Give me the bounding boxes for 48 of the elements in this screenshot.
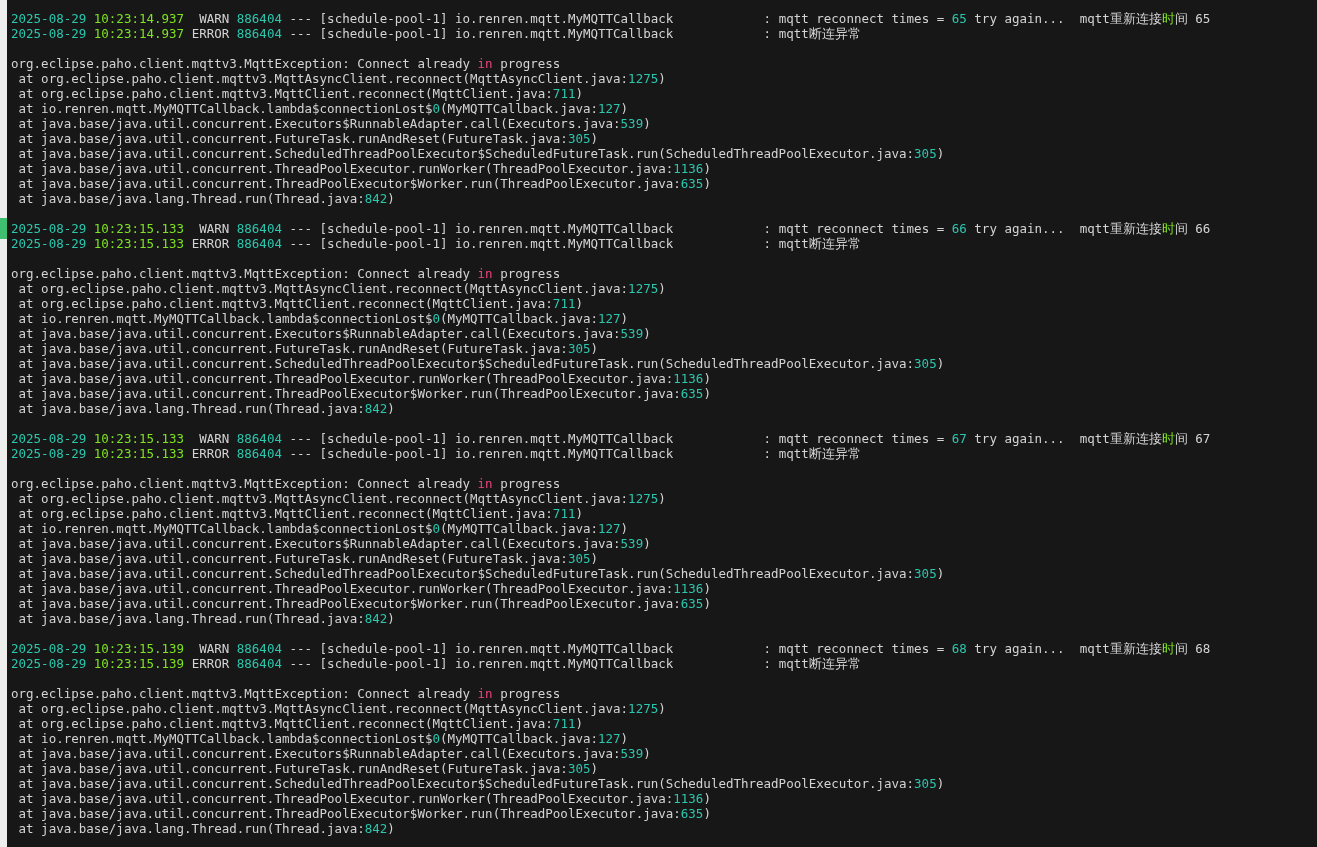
stack-trace-line: at java.base/java.util.concurrent.Executors$RunnableAdapter.call(Executors.java:539) <box>17 326 651 341</box>
log-line: 2025-08-29 10:23:15.133 WARN 886404 --- [schedule-pool-1] io.renren.mqtt.MyMQTTCallback : mqtt reconnect times = 67 try again... mqtt重新连接时间 67 <box>11 431 1211 446</box>
stack-trace-line: at java.base/java.util.concurrent.ScheduledThreadPoolExecutor$ScheduledFutureTask.run(ScheduledThreadPoolExecutor.java:305) <box>17 356 945 371</box>
stack-trace-line: at java.base/java.util.concurrent.ScheduledThreadPoolExecutor$ScheduledFutureTask.run(ScheduledThreadPoolExecutor.java:305) <box>17 146 945 161</box>
stack-trace-line: at org.eclipse.paho.client.mqttv3.MqttAsyncClient.reconnect(MqttAsyncClient.java:1275) <box>17 701 666 716</box>
stack-trace-line: at org.eclipse.paho.client.mqttv3.MqttAsyncClient.reconnect(MqttAsyncClient.java:1275) <box>17 71 666 86</box>
exception-line: org.eclipse.paho.client.mqttv3.MqttException: Connect already in progress <box>11 686 561 701</box>
stack-trace-line: at java.base/java.util.concurrent.FutureTask.runAndReset(FutureTask.java:305) <box>17 131 598 146</box>
exception-line: org.eclipse.paho.client.mqttv3.MqttException: Connect already in progress <box>11 266 561 281</box>
stack-trace-line: at java.base/java.util.concurrent.Executors$RunnableAdapter.call(Executors.java:539) <box>17 746 651 761</box>
stack-trace-line: at java.base/java.util.concurrent.FutureTask.runAndReset(FutureTask.java:305) <box>17 341 598 356</box>
stack-trace-line: at java.base/java.lang.Thread.run(Thread.java:842) <box>17 191 395 206</box>
stack-trace-line: at java.base/java.util.concurrent.ThreadPoolExecutor.runWorker(ThreadPoolExecutor.java:1136) <box>17 371 711 386</box>
stack-trace-line: at io.renren.mqtt.MyMQTTCallback.lambda$connectionLost$0(MyMQTTCallback.java:127) <box>17 521 629 536</box>
stack-trace-line: at java.base/java.util.concurrent.ThreadPoolExecutor$Worker.run(ThreadPoolExecutor.java:635) <box>17 596 711 611</box>
exception-line: org.eclipse.paho.client.mqttv3.MqttException: Connect already in progress <box>11 56 561 71</box>
log-line: 2025-08-29 10:23:14.937 ERROR 886404 --- [schedule-pool-1] io.renren.mqtt.MyMQTTCallback : mqtt断连异常 <box>11 26 861 41</box>
stack-trace-line: at java.base/java.lang.Thread.run(Thread.java:842) <box>17 401 395 416</box>
stack-trace-line: at org.eclipse.paho.client.mqttv3.MqttClient.reconnect(MqttClient.java:711) <box>17 506 583 521</box>
stack-trace-line: at java.base/java.lang.Thread.run(Thread.java:842) <box>17 611 395 626</box>
log-line: 2025-08-29 10:23:15.133 ERROR 886404 --- [schedule-pool-1] io.renren.mqtt.MyMQTTCallback : mqtt断连异常 <box>11 446 861 461</box>
stack-trace-line: at org.eclipse.paho.client.mqttv3.MqttAsyncClient.reconnect(MqttAsyncClient.java:1275) <box>17 491 666 506</box>
stack-trace-line: at java.base/java.lang.Thread.run(Thread.java:842) <box>17 821 395 836</box>
stack-trace-line: at java.base/java.util.concurrent.ThreadPoolExecutor.runWorker(ThreadPoolExecutor.java:1136) <box>17 161 711 176</box>
stack-trace-line: at io.renren.mqtt.MyMQTTCallback.lambda$connectionLost$0(MyMQTTCallback.java:127) <box>17 311 629 326</box>
stack-trace-line: at org.eclipse.paho.client.mqttv3.MqttClient.reconnect(MqttClient.java:711) <box>17 716 583 731</box>
stack-trace-line: at java.base/java.util.concurrent.FutureTask.runAndReset(FutureTask.java:305) <box>17 551 598 566</box>
stack-trace-line: at java.base/java.util.concurrent.ThreadPoolExecutor.runWorker(ThreadPoolExecutor.java:1136) <box>17 791 711 806</box>
exception-line: org.eclipse.paho.client.mqttv3.MqttException: Connect already in progress <box>11 476 561 491</box>
log-line: 2025-08-29 10:23:15.139 ERROR 886404 --- [schedule-pool-1] io.renren.mqtt.MyMQTTCallback : mqtt断连异常 <box>11 656 861 671</box>
stack-trace-line: at java.base/java.util.concurrent.ThreadPoolExecutor.runWorker(ThreadPoolExecutor.java:1136) <box>17 581 711 596</box>
stack-trace-line: at java.base/java.util.concurrent.FutureTask.runAndReset(FutureTask.java:305) <box>17 761 598 776</box>
log-line: 2025-08-29 10:23:15.133 ERROR 886404 --- [schedule-pool-1] io.renren.mqtt.MyMQTTCallback : mqtt断连异常 <box>11 236 861 251</box>
stack-trace-line: at org.eclipse.paho.client.mqttv3.MqttClient.reconnect(MqttClient.java:711) <box>17 86 583 101</box>
stack-trace-line: at org.eclipse.paho.client.mqttv3.MqttClient.reconnect(MqttClient.java:711) <box>17 296 583 311</box>
stack-trace-line: at io.renren.mqtt.MyMQTTCallback.lambda$connectionLost$0(MyMQTTCallback.java:127) <box>17 731 629 746</box>
stack-trace-line: at java.base/java.util.concurrent.Executors$RunnableAdapter.call(Executors.java:539) <box>17 536 651 551</box>
stack-trace-line: at java.base/java.util.concurrent.ThreadPoolExecutor$Worker.run(ThreadPoolExecutor.java:635) <box>17 386 711 401</box>
log-line: 2025-08-29 10:23:15.133 WARN 886404 --- [schedule-pool-1] io.renren.mqtt.MyMQTTCallback : mqtt reconnect times = 66 try again... mqtt重新连接时间 66 <box>11 221 1211 236</box>
stack-trace-line: at org.eclipse.paho.client.mqttv3.MqttAsyncClient.reconnect(MqttAsyncClient.java:1275) <box>17 281 666 296</box>
log-line: 2025-08-29 10:23:14.937 WARN 886404 --- [schedule-pool-1] io.renren.mqtt.MyMQTTCallback : mqtt reconnect times = 65 try again... mqtt重新连接时间 65 <box>11 11 1211 26</box>
stack-trace-line: at java.base/java.util.concurrent.ScheduledThreadPoolExecutor$ScheduledFutureTask.run(ScheduledThreadPoolExecutor.java:305) <box>17 566 945 581</box>
stack-trace-line: at io.renren.mqtt.MyMQTTCallback.lambda$connectionLost$0(MyMQTTCallback.java:127) <box>17 101 629 116</box>
log-line: 2025-08-29 10:23:15.139 WARN 886404 --- [schedule-pool-1] io.renren.mqtt.MyMQTTCallback : mqtt reconnect times = 68 try again... mqtt重新连接时间 68 <box>11 641 1211 656</box>
stack-trace-line: at java.base/java.util.concurrent.ScheduledThreadPoolExecutor$ScheduledFutureTask.run(ScheduledThreadPoolExecutor.java:305) <box>17 776 945 791</box>
stack-trace-line: at java.base/java.util.concurrent.ThreadPoolExecutor$Worker.run(ThreadPoolExecutor.java:635) <box>17 176 711 191</box>
stack-trace-line: at java.base/java.util.concurrent.ThreadPoolExecutor$Worker.run(ThreadPoolExecutor.java:635) <box>17 806 711 821</box>
stack-trace-line: at java.base/java.util.concurrent.Executors$RunnableAdapter.call(Executors.java:539) <box>17 116 651 131</box>
